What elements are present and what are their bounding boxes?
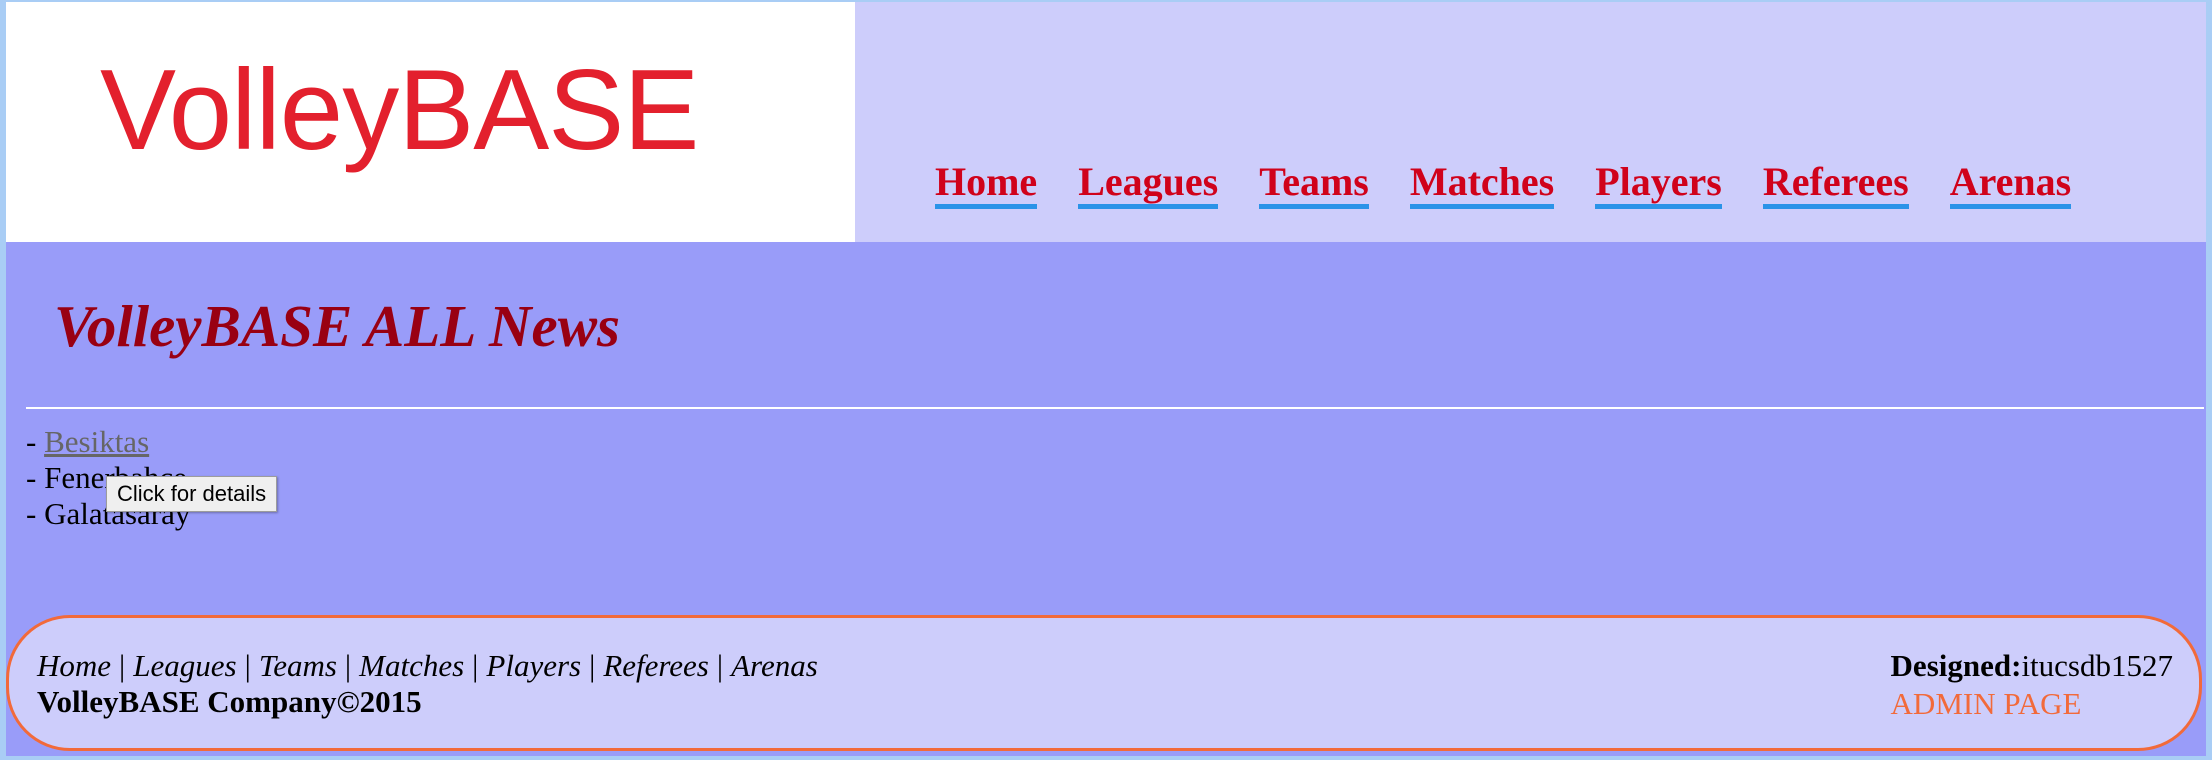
footer-link-home[interactable]: Home <box>37 648 111 683</box>
admin-page-link[interactable]: ADMIN PAGE <box>1891 686 2173 722</box>
list-bullet: - <box>26 424 45 459</box>
separator: | <box>344 648 352 683</box>
footer-link-teams[interactable]: Teams <box>259 648 337 683</box>
footer-link-referees[interactable]: Referees <box>603 648 709 683</box>
nav-teams[interactable]: Teams <box>1259 160 1369 209</box>
tooltip: Click for details <box>106 476 278 512</box>
separator: | <box>472 648 479 683</box>
separator: | <box>119 648 126 683</box>
designed-label: Designed: <box>1890 648 2022 683</box>
logo[interactable]: VolleyBASE <box>6 2 855 242</box>
list-item: - Besiktas <box>26 424 190 460</box>
footer-credits: Designed:itucsdb1527 ADMIN PAGE <box>1891 648 2173 722</box>
news-link-besiktas[interactable]: Besiktas <box>44 424 149 459</box>
nav-referees[interactable]: Referees <box>1762 160 1909 209</box>
copyright: VolleyBASE Company©2015 <box>37 684 422 719</box>
nav-home[interactable]: Home <box>935 160 1038 209</box>
page-frame: VolleyBASE Home Leagues Teams Matches Pl… <box>6 2 2206 756</box>
logo-text: VolleyBASE <box>100 47 699 174</box>
designed-value: itucsdb1527 <box>2021 648 2173 683</box>
separator: | <box>716 648 724 683</box>
main-nav: Home Leagues Teams Matches Players Refer… <box>935 160 2072 209</box>
footer-link-players[interactable]: Players <box>486 648 581 683</box>
page-title: VolleyBASE ALL News <box>54 293 621 359</box>
footer-link-matches[interactable]: Matches <box>359 648 464 683</box>
nav-leagues[interactable]: Leagues <box>1078 160 1219 209</box>
nav-players[interactable]: Players <box>1595 160 1722 209</box>
footer-link-arenas[interactable]: Arenas <box>731 648 818 683</box>
header: VolleyBASE Home Leagues Teams Matches Pl… <box>6 2 2206 242</box>
footer-nav: Home | Leagues | Teams | Matches | Players | Refer… <box>37 648 818 684</box>
footer: Home | Leagues | Teams | Matches | Players | Refer… <box>6 615 2202 751</box>
designed-by: Designed:itucsdb1527 <box>1891 648 2173 684</box>
nav-matches[interactable]: Matches <box>1409 160 1555 209</box>
divider <box>26 407 2204 409</box>
list-bullet: - <box>26 496 45 531</box>
separator: | <box>244 648 251 683</box>
nav-arenas[interactable]: Arenas <box>1949 160 2072 209</box>
separator: | <box>589 648 596 683</box>
footer-link-leagues[interactable]: Leagues <box>133 648 236 683</box>
list-bullet: - <box>26 460 45 495</box>
